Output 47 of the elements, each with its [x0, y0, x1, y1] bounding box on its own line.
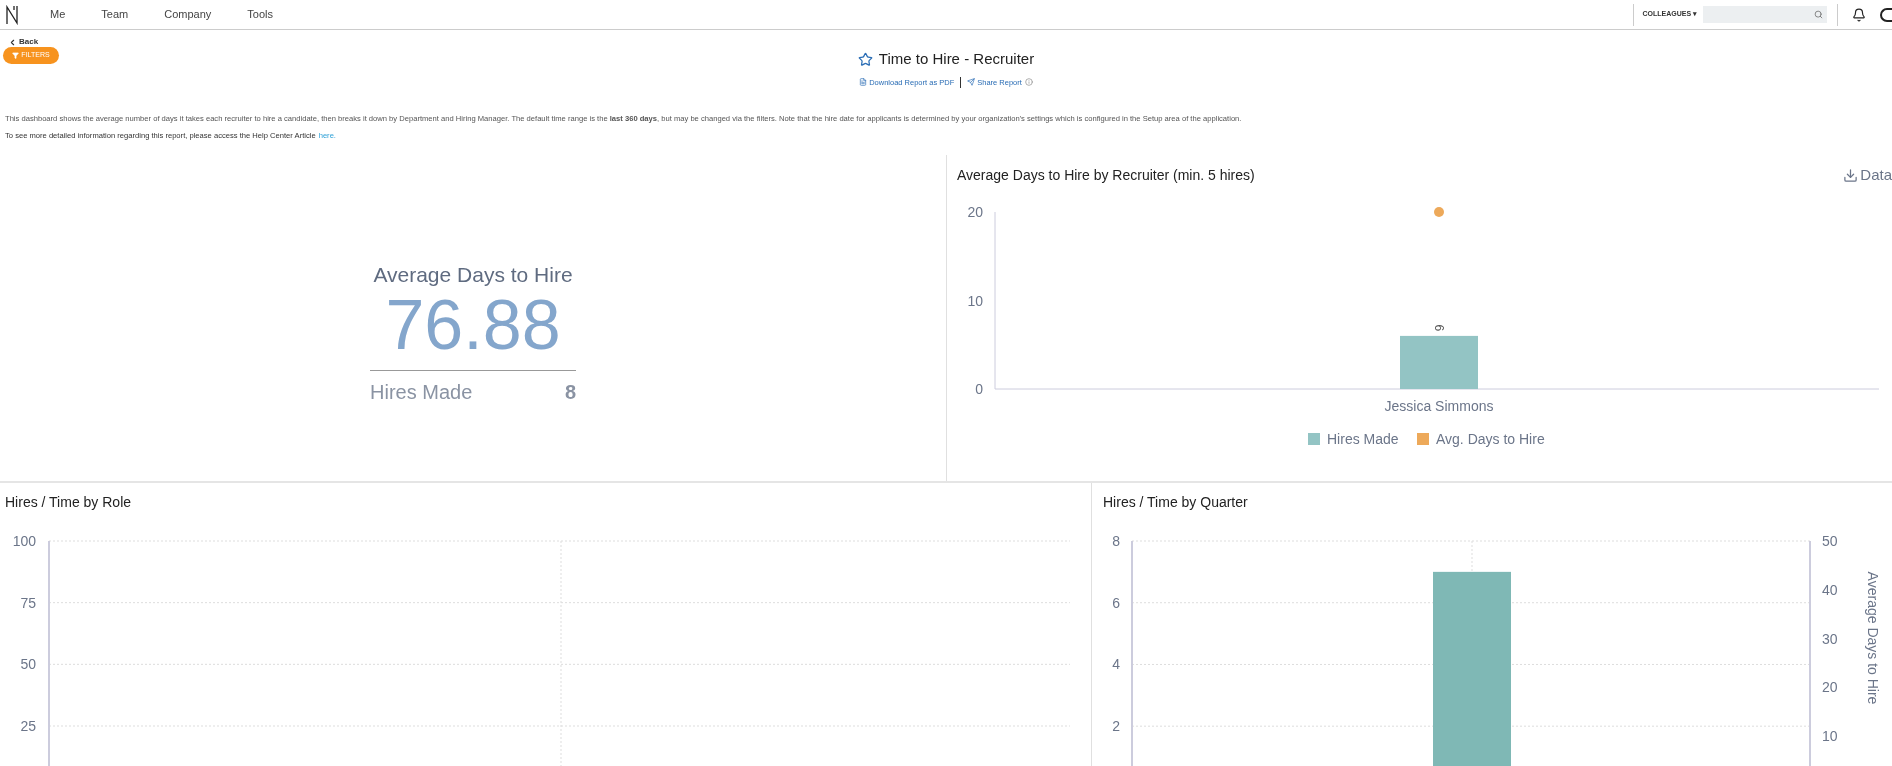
axis-tick-label: 4 [1112, 656, 1120, 673]
back-link[interactable]: Back [8, 36, 39, 48]
axis-tick-label: 8 [1112, 533, 1120, 549]
axis-tick-label: 0 [975, 381, 983, 397]
info-icon [1024, 78, 1033, 87]
kpi-sub-label: Hires Made [370, 380, 473, 406]
legend-swatch [1308, 433, 1320, 445]
search-icon[interactable] [1814, 10, 1823, 19]
axis-tick-label: 30 [1822, 630, 1838, 647]
legend-label: Avg. Days to Hire [1436, 431, 1545, 447]
logo-icon[interactable] [6, 4, 18, 25]
nav-link[interactable]: Me [50, 6, 66, 23]
chart-point [1434, 207, 1444, 217]
kpi-title: Average Days to Hire [372, 261, 574, 288]
legend-label: Hires Made [1327, 431, 1399, 447]
axis-tick-label: 40 [1822, 581, 1838, 598]
nav-link[interactable]: Team [101, 6, 129, 23]
chart-title: Hires / Time by Quarter [1102, 493, 1249, 512]
axis-tick-label: 2 [1112, 718, 1120, 735]
nav-link[interactable]: Tools [247, 6, 273, 23]
axis-tick-label: 20 [1822, 679, 1838, 696]
nav-link[interactable]: Company [164, 6, 212, 23]
paper-plane-icon [967, 78, 976, 87]
notification-bell-icon[interactable] [1852, 7, 1866, 22]
download-icon [1843, 167, 1859, 183]
legend-swatch [1417, 433, 1429, 445]
document-icon [859, 78, 868, 87]
axis-tick-label: 10 [1822, 728, 1838, 744]
avatar[interactable] [1880, 7, 1892, 22]
axis-tick-label: 20 [967, 204, 983, 220]
filter-icon [12, 52, 20, 59]
axis-title: Average Days to Hire [1865, 571, 1881, 705]
star-icon[interactable] [857, 51, 873, 67]
chart-title: Hires / Time by Role [4, 493, 133, 512]
kpi-sub-value: 8 [564, 380, 576, 406]
category-label: Jessica Simmons [1384, 398, 1494, 414]
report-title: Time to Hire - Recruiter [878, 49, 1035, 69]
data-label: 6 [1432, 324, 1446, 332]
chart-title: Average Days to Hire by Recruiter (min. 5 hires) [957, 165, 1255, 185]
axis-tick-label: 10 [967, 292, 983, 309]
axis-tick-label: 6 [1112, 594, 1120, 611]
search-field[interactable] [1703, 6, 1827, 23]
chevron-left-icon [8, 37, 17, 47]
kpi-value: 76.88 [384, 290, 562, 361]
data-download-link[interactable]: Data [1843, 163, 1892, 187]
empty-chart-drawing: 100 75 50 25 [0, 520, 1090, 766]
axis-tick-label: 50 [1822, 533, 1838, 549]
